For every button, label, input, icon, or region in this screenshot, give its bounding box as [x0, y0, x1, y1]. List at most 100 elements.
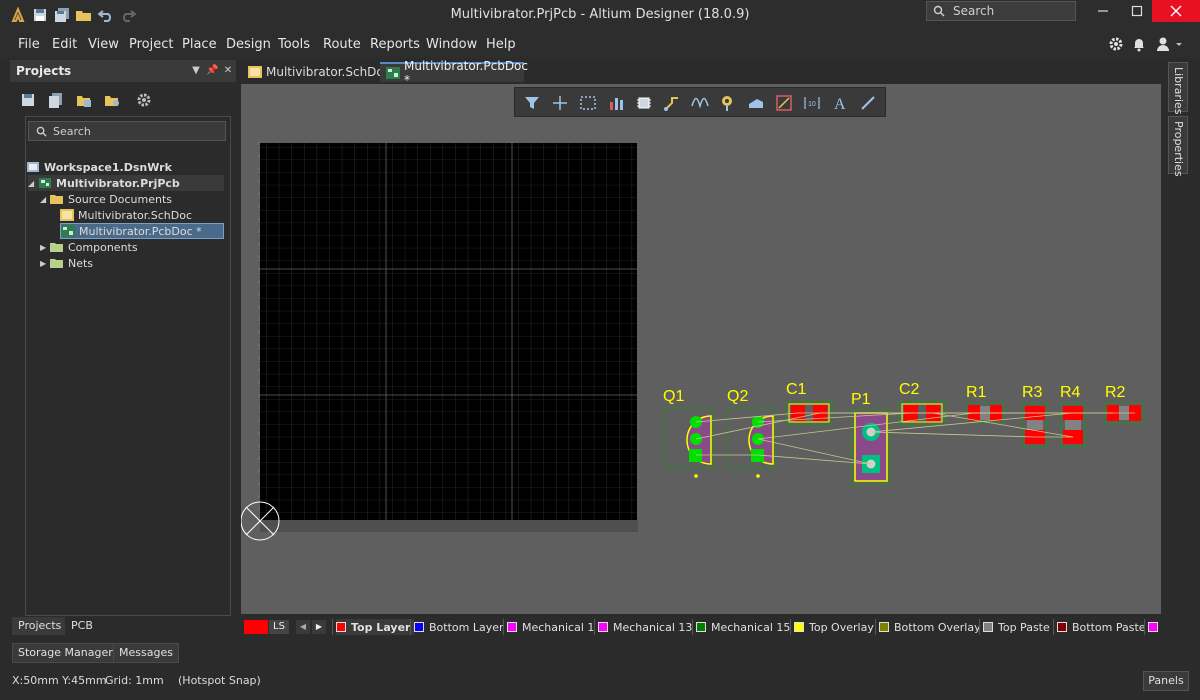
layer-tab-bottom-layer[interactable]: Bottom Layer	[414, 619, 504, 635]
separator	[332, 619, 333, 635]
tab-label: Multivibrator.SchDoc	[266, 65, 391, 79]
undo-icon[interactable]	[96, 5, 116, 25]
close-button[interactable]	[1152, 0, 1200, 22]
save-icon[interactable]	[30, 5, 50, 25]
save-all-icon[interactable]	[52, 5, 72, 25]
menu-view[interactable]: View	[88, 37, 119, 52]
tab-pcbdoc[interactable]: Multivibrator.PcbDoc *	[380, 59, 528, 87]
dimension-icon[interactable]: 10	[803, 94, 821, 112]
open-folder-icon[interactable]	[74, 5, 94, 25]
global-search-input[interactable]: Search	[926, 1, 1076, 21]
layer-label: Bottom Paste	[1072, 620, 1146, 634]
maximize-button[interactable]	[1117, 0, 1157, 22]
menu-file[interactable]: File	[18, 37, 40, 52]
place-line-segment-icon[interactable]	[859, 94, 877, 112]
layer-tab-mechanical-1[interactable]: Mechanical 1	[507, 619, 594, 635]
collapsed-arrow-icon[interactable]: ▶	[40, 243, 50, 252]
libraries-panel-tab[interactable]: Libraries	[1168, 62, 1188, 115]
projects-panel-title: Projects	[16, 64, 72, 78]
current-layer-color-swatch[interactable]	[244, 620, 268, 634]
maximize-icon	[1131, 5, 1143, 17]
tree-item-project[interactable]: ◢ Multivibrator.PrjPcb	[28, 175, 224, 191]
crosshair-add-icon[interactable]	[551, 94, 569, 112]
layer-scroll-left-icon[interactable]: ◀	[296, 620, 310, 634]
tree-item-source-documents[interactable]: ◢ Source Documents	[40, 191, 172, 207]
layer-scroll-right-icon[interactable]: ▶	[312, 620, 326, 634]
interactive-diff-pair-icon[interactable]	[691, 94, 709, 112]
panel-tab-projects[interactable]: Projects	[12, 617, 68, 635]
align-icon[interactable]	[607, 94, 625, 112]
place-line-icon[interactable]	[775, 94, 793, 112]
properties-panel-tab[interactable]: Properties	[1168, 116, 1188, 177]
pcb-drawing[interactable]: Q1 Q2 C1 P1 C2 R1 R3 R4 R2	[240, 84, 1161, 614]
menu-project[interactable]: Project	[129, 37, 173, 52]
layer-set-button[interactable]: LS	[269, 620, 289, 634]
layer-tab-bottom-overlay[interactable]: Bottom Overlay	[879, 619, 981, 635]
expanded-arrow-icon[interactable]: ◢	[28, 179, 38, 188]
menu-route[interactable]: Route	[323, 37, 361, 52]
user-account-icon[interactable]	[1155, 36, 1185, 52]
pcb-canvas[interactable]: Q1 Q2 C1 P1 C2 R1 R3 R4 R2	[240, 84, 1161, 614]
menu-tools[interactable]: Tools	[278, 37, 310, 52]
expanded-arrow-icon[interactable]: ◢	[40, 195, 50, 204]
place-component-icon[interactable]	[635, 94, 653, 112]
menu-window[interactable]: Window	[426, 37, 477, 52]
projects-search-input[interactable]: Search	[28, 121, 226, 141]
place-fill-icon[interactable]	[747, 94, 765, 112]
tab-schdoc[interactable]: Multivibrator.SchDoc	[242, 62, 390, 82]
tree-item-schdoc[interactable]: Multivibrator.SchDoc	[60, 207, 192, 223]
redo-icon[interactable]	[118, 5, 138, 25]
layer-label: Mechanical 15	[711, 620, 791, 634]
projects-panel-header: Projects ▼ 📌 ✕	[10, 60, 236, 82]
separator	[875, 619, 876, 635]
menu-help[interactable]: Help	[486, 37, 516, 52]
panel-close-icon[interactable]: ✕	[222, 65, 234, 77]
panel-tab-pcb[interactable]: PCB	[65, 617, 99, 635]
place-via-icon[interactable]	[719, 94, 737, 112]
tree-item-workspace[interactable]: Workspace1.DsnWrk	[26, 159, 172, 175]
save-project-icon[interactable]	[20, 92, 38, 110]
layer-tab-more[interactable]	[1148, 619, 1163, 635]
menu-edit[interactable]: Edit	[52, 37, 77, 52]
layer-color-swatch	[507, 622, 517, 632]
menu-design[interactable]: Design	[226, 37, 271, 52]
layer-tab-mechanical-13[interactable]: Mechanical 13	[598, 619, 692, 635]
messages-button[interactable]: Messages	[113, 643, 179, 663]
pin-icon[interactable]: 📌	[206, 65, 218, 77]
altium-logo-icon[interactable]	[8, 5, 28, 25]
filter-icon[interactable]	[523, 94, 541, 112]
layer-tab-bottom-paste[interactable]: Bottom Paste	[1057, 619, 1146, 635]
component-p1[interactable]	[851, 409, 891, 485]
tree-item-label: Multivibrator.SchDoc	[78, 208, 193, 222]
settings-gear-icon[interactable]	[1108, 36, 1124, 52]
projects-search-placeholder: Search	[53, 125, 91, 138]
select-rectangle-icon[interactable]	[579, 94, 597, 112]
place-text-icon[interactable]: A	[831, 94, 849, 113]
compile-project-icon[interactable]	[48, 92, 66, 110]
route-track-icon[interactable]	[663, 94, 681, 112]
menu-place[interactable]: Place	[182, 37, 217, 52]
tree-item-nets[interactable]: ▶ Nets	[40, 255, 93, 271]
panel-menu-chevron-icon[interactable]: ▼	[190, 65, 202, 77]
workspace-icon	[26, 161, 40, 173]
tree-item-pcbdoc[interactable]: Multivibrator.PcbDoc *	[60, 223, 224, 239]
tree-item-components[interactable]: ▶ Components	[40, 239, 138, 255]
menu-reports[interactable]: Reports	[370, 37, 420, 52]
panel-settings-gear-icon[interactable]	[136, 92, 154, 110]
component-r3[interactable]	[1022, 402, 1048, 448]
collapsed-arrow-icon[interactable]: ▶	[40, 259, 50, 268]
storage-manager-button[interactable]: Storage Manager	[12, 643, 119, 663]
component-q1[interactable]	[664, 407, 714, 478]
project-options-icon[interactable]	[76, 92, 94, 110]
panels-button[interactable]: Panels	[1143, 671, 1189, 691]
notifications-bell-icon[interactable]	[1131, 36, 1147, 52]
designator-p1: P1	[851, 391, 871, 408]
layer-tab-top-overlay[interactable]: Top Overlay	[794, 619, 874, 635]
component-r4[interactable]	[1060, 402, 1086, 448]
layer-tab-top-layer[interactable]: Top Layer	[336, 619, 415, 635]
layer-tab-mechanical-15[interactable]: Mechanical 15	[696, 619, 790, 635]
layer-tab-top-paste[interactable]: Top Paste	[983, 619, 1050, 635]
layer-label: Mechanical 13	[613, 620, 693, 634]
designator-c2: C2	[899, 381, 920, 398]
open-project-icon[interactable]	[104, 92, 122, 110]
